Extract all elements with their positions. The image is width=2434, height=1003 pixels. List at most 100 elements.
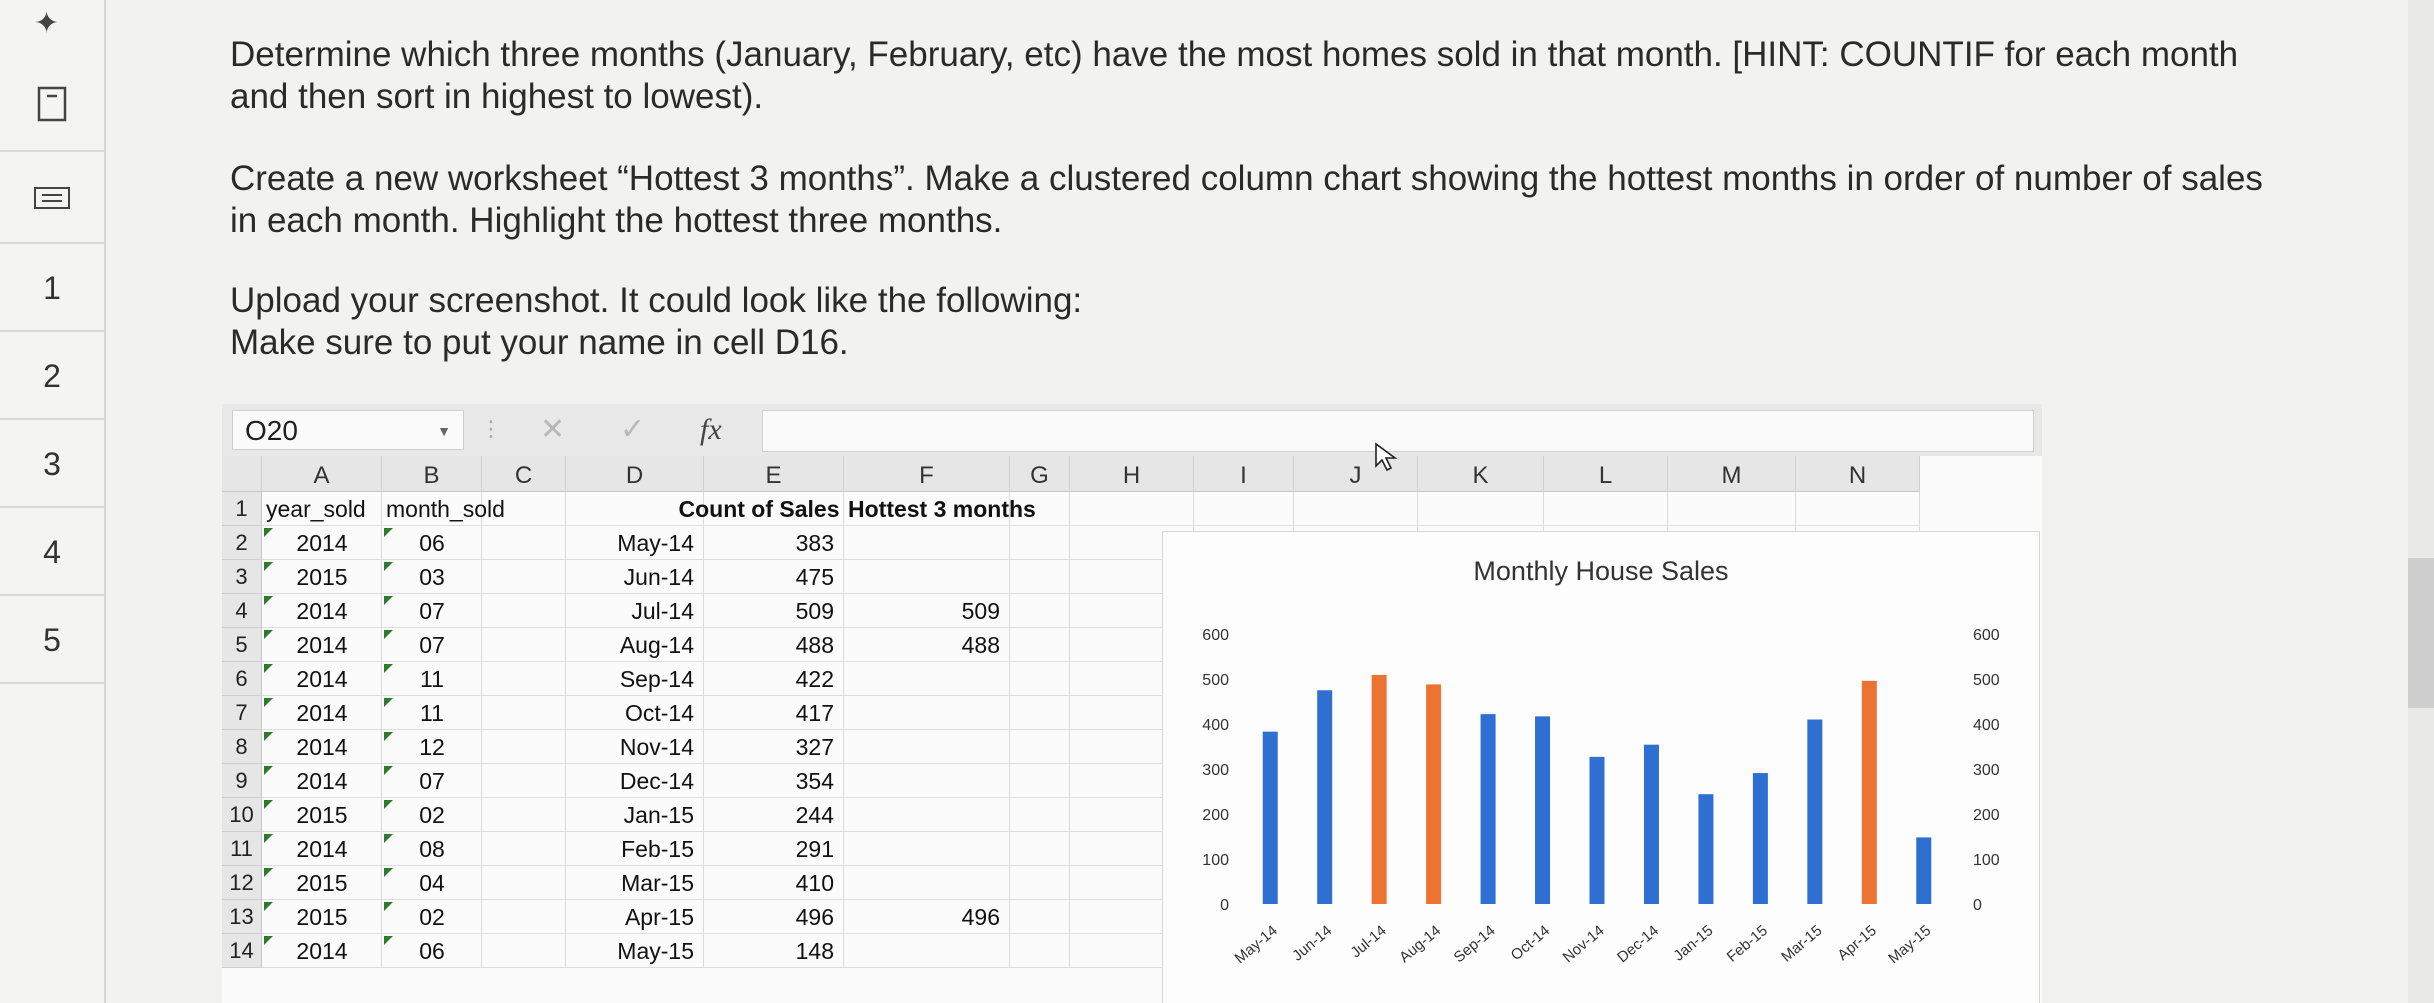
cell-b2[interactable]: 06 <box>382 526 482 560</box>
cell-a14[interactable]: 2014 <box>262 934 382 968</box>
column-header-m[interactable]: M <box>1668 456 1796 492</box>
cell-e10[interactable]: 244 <box>704 798 844 832</box>
monthly-sales-chart[interactable]: Monthly House Sales 0 0 100 100 200 200 300 300 4… <box>1162 531 2040 1003</box>
cell-a8[interactable]: 2014 <box>262 730 382 764</box>
cell-d11[interactable]: Feb-15 <box>566 832 704 866</box>
cell-a13[interactable]: 2015 <box>262 900 382 934</box>
pin-icon[interactable]: ✦ <box>34 6 59 41</box>
row-header[interactable]: 7 <box>222 696 262 730</box>
cell-a5[interactable]: 2014 <box>262 628 382 662</box>
row-header[interactable]: 13 <box>222 900 262 934</box>
gutter-row-1[interactable]: 1 <box>0 246 104 332</box>
cell-d6[interactable]: Sep-14 <box>566 662 704 696</box>
cell-b14[interactable]: 06 <box>382 934 482 968</box>
cell-f4[interactable]: 509 <box>844 594 1010 628</box>
row-header[interactable]: 12 <box>222 866 262 900</box>
worksheet-grid[interactable]: A B C D E F G H I J K L M N 1 year_sold month_sold Count … <box>222 442 2042 1003</box>
column-header-g[interactable]: G <box>1010 456 1070 492</box>
select-all-corner[interactable] <box>222 456 262 492</box>
cell-a11[interactable]: 2014 <box>262 832 382 866</box>
cell-a9[interactable]: 2014 <box>262 764 382 798</box>
row-header[interactable]: 1 <box>222 492 262 526</box>
card-icon[interactable] <box>0 154 104 244</box>
cell-d8[interactable]: Nov-14 <box>566 730 704 764</box>
row-header[interactable]: 10 <box>222 798 262 832</box>
bar-jan-15[interactable] <box>1698 794 1714 904</box>
cell-f6[interactable] <box>844 662 1010 696</box>
bar-mar-15[interactable] <box>1807 719 1823 905</box>
cell-b5[interactable]: 07 <box>382 628 482 662</box>
gutter-row-5[interactable]: 5 <box>0 598 104 684</box>
cell-a10[interactable]: 2015 <box>262 798 382 832</box>
cell-f12[interactable] <box>844 866 1010 900</box>
cell-b7[interactable]: 11 <box>382 696 482 730</box>
column-header-l[interactable]: L <box>1544 456 1668 492</box>
cell-e13[interactable]: 496 <box>704 900 844 934</box>
bar-sep-14[interactable] <box>1480 714 1496 904</box>
cell-d12[interactable]: Mar-15 <box>566 866 704 900</box>
cell-e5[interactable]: 488 <box>704 628 844 662</box>
cell-f14[interactable] <box>844 934 1010 968</box>
column-header-a[interactable]: A <box>262 456 382 492</box>
column-header-h[interactable]: H <box>1070 456 1194 492</box>
gutter-row-2[interactable]: 2 <box>0 334 104 420</box>
cell-f11[interactable] <box>844 832 1010 866</box>
cell-a7[interactable]: 2014 <box>262 696 382 730</box>
cell-e12[interactable]: 410 <box>704 866 844 900</box>
bar-jun-14[interactable] <box>1317 690 1333 904</box>
cell-b6[interactable]: 11 <box>382 662 482 696</box>
column-header-f[interactable]: F <box>844 456 1010 492</box>
cell-e1[interactable]: Count of Sales <box>674 492 844 526</box>
bar-nov-14[interactable] <box>1589 756 1605 904</box>
cell-e7[interactable]: 417 <box>704 696 844 730</box>
cell-f13[interactable]: 496 <box>844 900 1010 934</box>
cell-d7[interactable]: Oct-14 <box>566 696 704 730</box>
scrollbar-thumb[interactable] <box>2408 558 2434 708</box>
column-header-i[interactable]: I <box>1194 456 1294 492</box>
bar-oct-14[interactable] <box>1535 716 1551 904</box>
bar-jul-14[interactable] <box>1371 674 1387 904</box>
cell-b12[interactable]: 04 <box>382 866 482 900</box>
cell-b10[interactable]: 02 <box>382 798 482 832</box>
row-header[interactable]: 4 <box>222 594 262 628</box>
cell-f7[interactable] <box>844 696 1010 730</box>
name-box[interactable]: O20 ▼ <box>232 410 464 450</box>
cell-a2[interactable]: 2014 <box>262 526 382 560</box>
row-header[interactable]: 5 <box>222 628 262 662</box>
row-header[interactable]: 3 <box>222 560 262 594</box>
bar-may-15[interactable] <box>1916 837 1932 904</box>
bar-feb-15[interactable] <box>1752 773 1768 904</box>
fx-icon[interactable]: fx <box>700 410 722 450</box>
cell-f8[interactable] <box>844 730 1010 764</box>
cell-e8[interactable]: 327 <box>704 730 844 764</box>
cell-a3[interactable]: 2015 <box>262 560 382 594</box>
cell-a4[interactable]: 2014 <box>262 594 382 628</box>
cell-f10[interactable] <box>844 798 1010 832</box>
row-header[interactable]: 2 <box>222 526 262 560</box>
row-header[interactable]: 9 <box>222 764 262 798</box>
column-header-e[interactable]: E <box>704 456 844 492</box>
cell-a6[interactable]: 2014 <box>262 662 382 696</box>
cell-e2[interactable]: 383 <box>704 526 844 560</box>
cell-e4[interactable]: 509 <box>704 594 844 628</box>
cell-e9[interactable]: 354 <box>704 764 844 798</box>
cell-d4[interactable]: Jul-14 <box>566 594 704 628</box>
cell-f1[interactable]: Hottest 3 months <box>844 492 1036 526</box>
cell-f3[interactable] <box>844 560 1010 594</box>
cell-d3[interactable]: Jun-14 <box>566 560 704 594</box>
bar-aug-14[interactable] <box>1426 684 1442 904</box>
row-header[interactable]: 6 <box>222 662 262 696</box>
column-header-k[interactable]: K <box>1418 456 1544 492</box>
cell-b4[interactable]: 07 <box>382 594 482 628</box>
scrollbar[interactable] <box>2408 0 2434 1003</box>
cell-a1[interactable]: year_sold <box>262 492 382 526</box>
book-icon[interactable] <box>0 58 104 152</box>
cell-d9[interactable]: Dec-14 <box>566 764 704 798</box>
cell-d5[interactable]: Aug-14 <box>566 628 704 662</box>
column-header-c[interactable]: C <box>482 456 566 492</box>
cell-d10[interactable]: Jan-15 <box>566 798 704 832</box>
bar-may-14[interactable] <box>1262 731 1278 904</box>
cell-f2[interactable] <box>844 526 1010 560</box>
cell-b3[interactable]: 03 <box>382 560 482 594</box>
cell-b9[interactable]: 07 <box>382 764 482 798</box>
